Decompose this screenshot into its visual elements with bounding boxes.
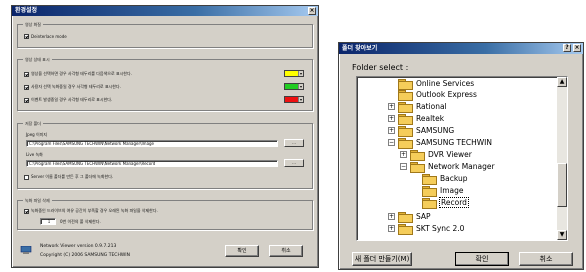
days-suffix-label: 0번 이전의 폴 삭제한다. [60,219,101,224]
scroll-thumb[interactable] [557,163,567,207]
status-checkbox-recording[interactable] [24,84,29,90]
color-swatch-green [285,84,298,89]
chevron-down-icon: ▾ [298,71,303,76]
close-icon[interactable]: × [308,7,316,15]
status-option-recording[interactable]: 사용자 선택 녹화중일 경우 사각형 테두리로 표시한다. [24,84,121,90]
folder-icon [398,126,413,137]
folder-icon [398,90,413,101]
cancel-button[interactable]: 취소 [269,245,303,257]
folder-icon [398,102,413,113]
deinterlace-checkbox[interactable] [24,34,29,39]
folder-icon [398,79,413,90]
status-display-legend: 영상 상태 표시 [23,56,52,63]
folder-icon [398,114,413,125]
expand-icon[interactable]: + [388,115,395,122]
cancel-button[interactable]: 취소 [519,252,573,266]
color-swatch-yellow [285,71,298,76]
status-checkbox-selected[interactable] [24,71,29,77]
folder-open-icon [398,138,413,149]
folder-icon [422,174,437,185]
settings-titlebar: 환경설정 × [12,6,318,16]
recording-delete-legend: 녹화 파일 삭제 [23,197,52,204]
folder-icon [398,212,413,223]
chevron-down-icon: ▾ [298,97,303,102]
server-folder-checkbox[interactable] [24,174,29,180]
display-group: 영상 화질 Deinterlace mode [17,21,313,48]
tree-item-skt-sync[interactable]: + SKT Sync 2.0 [388,222,464,235]
status-display-group: 영상 상태 표시 영상을 선택하면 경우 사각형 테두리를 다음색으로 표시한다… [17,56,313,111]
folder-icon [422,186,437,197]
collapse-icon[interactable]: − [400,163,407,170]
server-folder-option[interactable]: Server 이름 폴더를 만든 후 그 폴더에 녹화한다. [24,174,113,180]
status-label-selected: 영상을 선택하면 경우 사각형 테두리를 다음색으로 표시한다. [31,71,132,76]
deinterlace-option[interactable]: Deinterlace mode [24,34,67,39]
storage-group: 저장 폴더 Jpeg 이미지 C:\Program Files\SAMSUNG … [17,120,313,189]
selected-folder-label: Record [439,197,469,208]
folder-icon [398,224,413,235]
server-folder-label: Server 이름 폴더를 만든 후 그 폴더에 녹화한다. [31,174,114,179]
display-group-legend: 영상 화질 [23,21,43,28]
storage-legend: 저장 폴더 [23,120,43,127]
status-option-event[interactable]: 이벤트 발생중일 경우 사각형 테두리로 표시한다. [24,97,112,103]
expand-icon[interactable]: + [388,127,395,134]
tree-item-record[interactable]: Record [422,196,469,209]
app-logo-icon [20,245,32,255]
folder-browse-dialog: 폴더 찾아보기 ? × Folder select : Online Servi… [338,42,584,270]
expand-icon[interactable]: + [400,151,407,158]
days-input[interactable]: 1 [40,218,56,225]
chevron-down-icon: ▾ [298,84,303,89]
new-folder-button[interactable]: 새 폴더 만들기(M) [352,252,412,266]
settings-dialog: 환경설정 × 영상 화질 Deinterlace mode 영상 상태 표시 영… [11,5,319,268]
jpeg-browse-button[interactable]: ... [284,139,304,147]
auto-delete-label: 녹화중인 드라이브의 여유 공간이 부족할 경우 오래된 녹화 파일을 삭제한다… [31,208,158,213]
live-browse-button[interactable]: ... [284,159,304,167]
color-swatch-red [285,97,298,102]
deinterlace-label: Deinterlace mode [31,34,67,39]
recording-delete-group: 녹화 파일 삭제 녹화중인 드라이브의 여유 공간이 부족할 경우 오래된 녹화… [17,197,313,230]
folder-browse-title: 폴더 찾아보기 [342,45,378,52]
folder-tree[interactable]: Online Services Outlook Express + Ration… [356,76,568,241]
auto-delete-option[interactable]: 녹화중인 드라이브의 여유 공간이 부족할 경우 오래된 녹화 파일을 삭제한다… [24,208,158,214]
folder-browse-titlebar: 폴더 찾아보기 ? × [339,43,583,54]
ok-button[interactable]: 확인 [455,252,509,266]
help-icon[interactable]: ? [563,44,571,52]
ok-button[interactable]: 확인 [225,245,259,257]
folder-icon [410,150,425,161]
color-picker-event[interactable]: ▾ [284,96,304,103]
expand-icon[interactable]: + [388,103,395,110]
color-picker-recording[interactable]: ▾ [284,83,304,90]
close-icon[interactable]: × [573,44,581,52]
jpeg-path-field[interactable]: C:\Program Files\SAMSUNG TECHWIN\Network… [26,140,278,147]
status-label-event: 이벤트 발생중일 경우 사각형 테두리로 표시한다. [31,97,113,102]
status-option-selected[interactable]: 영상을 선택하면 경우 사각형 테두리를 다음색으로 표시한다. [24,71,132,77]
folder-open-icon [410,162,425,173]
folder-select-prompt: Folder select : [352,63,409,72]
live-label: Live 녹화 [26,152,43,157]
color-picker-selected[interactable]: ▾ [284,70,304,77]
expand-icon[interactable]: + [388,213,395,220]
scroll-up-icon[interactable]: ▲ [557,77,567,87]
live-path-field[interactable]: C:\Program Files\SAMSUNG TECHWIN\Network… [26,160,278,167]
status-checkbox-event[interactable] [24,97,29,103]
copyright-text: Copyright (C) 2006 SAMSUNG TECHWIN [40,253,130,258]
settings-title: 환경설정 [15,7,38,14]
tree-scrollbar[interactable]: ▲ ▼ [557,77,567,240]
expand-icon[interactable]: + [388,225,395,232]
status-label-recording: 사용자 선택 녹화중일 경우 사각형 테두리로 표시한다. [31,84,121,89]
collapse-icon[interactable]: − [388,139,395,146]
auto-delete-checkbox[interactable] [24,208,29,214]
folder-open-icon [422,198,437,209]
version-text: Network Viewer version 0.9.7.213 [40,244,117,249]
scroll-down-icon[interactable]: ▼ [557,230,567,240]
jpeg-label: Jpeg 이미지 [26,132,48,137]
